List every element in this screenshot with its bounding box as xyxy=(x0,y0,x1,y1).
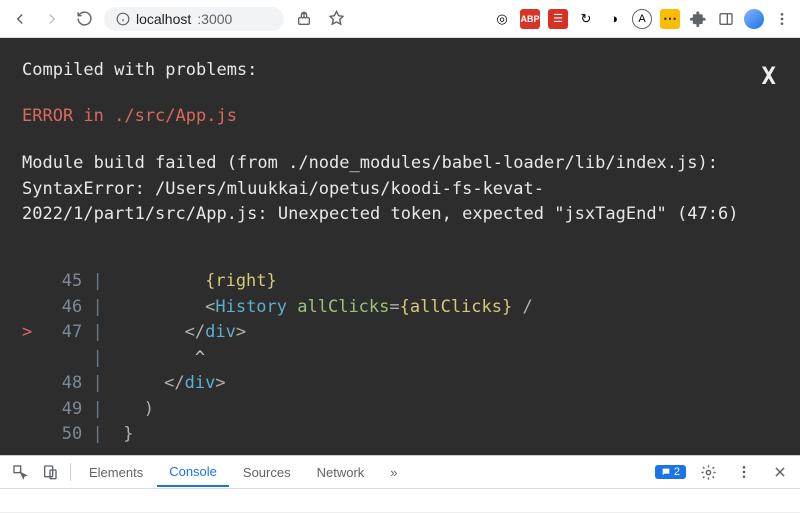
page-viewport: 0 left right 1 button pressed: R X Compi… xyxy=(0,38,800,455)
error-overlay: X Compiled with problems: ERROR in ./src… xyxy=(0,38,800,455)
code-frame: 45 | {right} 46 | <History allClicks={al… xyxy=(22,244,778,448)
address-bar[interactable]: localhost :3000 xyxy=(104,7,284,31)
error-caret: ^ xyxy=(195,348,205,368)
line-number: 50 xyxy=(48,422,82,448)
line-number: 49 xyxy=(48,397,82,423)
device-toggle-icon[interactable] xyxy=(36,458,64,486)
code-val: {allClicks} xyxy=(400,297,513,317)
overlay-error-header: ERROR in ./src/App.js xyxy=(22,104,778,130)
overlay-title: Compiled with problems: xyxy=(22,58,778,84)
extension-icon-2[interactable]: ☰ xyxy=(548,9,568,29)
issues-badge[interactable]: 2 xyxy=(655,465,686,479)
extension-icon-4[interactable]: ◑ xyxy=(604,9,624,29)
extension-icon-6[interactable]: ⋯ xyxy=(660,9,680,29)
back-button[interactable] xyxy=(8,7,32,31)
reload-button[interactable] xyxy=(72,7,96,31)
code-tag: History xyxy=(215,297,287,317)
url-port: :3000 xyxy=(197,11,232,27)
code-attr: allClicks xyxy=(297,297,389,317)
tab-sources[interactable]: Sources xyxy=(231,459,303,486)
tabs-overflow[interactable]: » xyxy=(378,459,409,486)
bookmark-icon[interactable] xyxy=(324,7,348,31)
extensions-puzzle-icon[interactable] xyxy=(688,9,708,29)
code-punct: ) xyxy=(144,399,154,419)
line-number: 45 xyxy=(48,269,82,295)
line-number: 46 xyxy=(48,295,82,321)
extension-icon-3[interactable]: ↻ xyxy=(576,9,596,29)
code-text: {right} xyxy=(205,271,277,291)
devtools-panel: Elements Console Sources Network » 2 xyxy=(0,455,800,513)
url-host: localhost xyxy=(136,11,191,27)
adblock-icon[interactable]: ABP xyxy=(520,9,540,29)
divider xyxy=(70,463,71,481)
browser-toolbar: localhost :3000 ◎ ABP ☰ ↻ ◑ A ⋯ xyxy=(0,0,800,38)
inspect-icon[interactable] xyxy=(6,458,34,486)
chat-icon xyxy=(661,467,671,477)
forward-button[interactable] xyxy=(40,7,64,31)
devtools-settings-icon[interactable] xyxy=(694,458,722,486)
profile-avatar[interactable] xyxy=(744,9,764,29)
extension-icon-1[interactable]: ◎ xyxy=(492,9,512,29)
code-tag: div xyxy=(185,373,216,393)
code-punct: } xyxy=(123,424,133,444)
chrome-menu-icon[interactable] xyxy=(772,9,792,29)
tab-console[interactable]: Console xyxy=(157,458,229,487)
console-subtoolbar xyxy=(0,489,800,513)
devtools-close-icon[interactable] xyxy=(766,458,794,486)
overlay-close-button[interactable]: X xyxy=(762,58,776,94)
site-info-icon xyxy=(116,12,130,26)
devtools-menu-icon[interactable] xyxy=(730,458,758,486)
line-number: 48 xyxy=(48,371,82,397)
issues-count: 2 xyxy=(674,466,680,478)
devtools-tabs: Elements Console Sources Network » 2 xyxy=(0,456,800,489)
share-icon[interactable] xyxy=(292,7,316,31)
tab-elements[interactable]: Elements xyxy=(77,459,155,486)
side-panel-icon[interactable] xyxy=(716,9,736,29)
error-marker: > xyxy=(22,320,38,346)
tab-network[interactable]: Network xyxy=(305,459,377,486)
line-number: 47 xyxy=(48,320,82,346)
code-tag: div xyxy=(205,322,236,342)
extension-icon-5[interactable]: A xyxy=(632,9,652,29)
overlay-error-message: Module build failed (from ./node_modules… xyxy=(22,151,778,228)
